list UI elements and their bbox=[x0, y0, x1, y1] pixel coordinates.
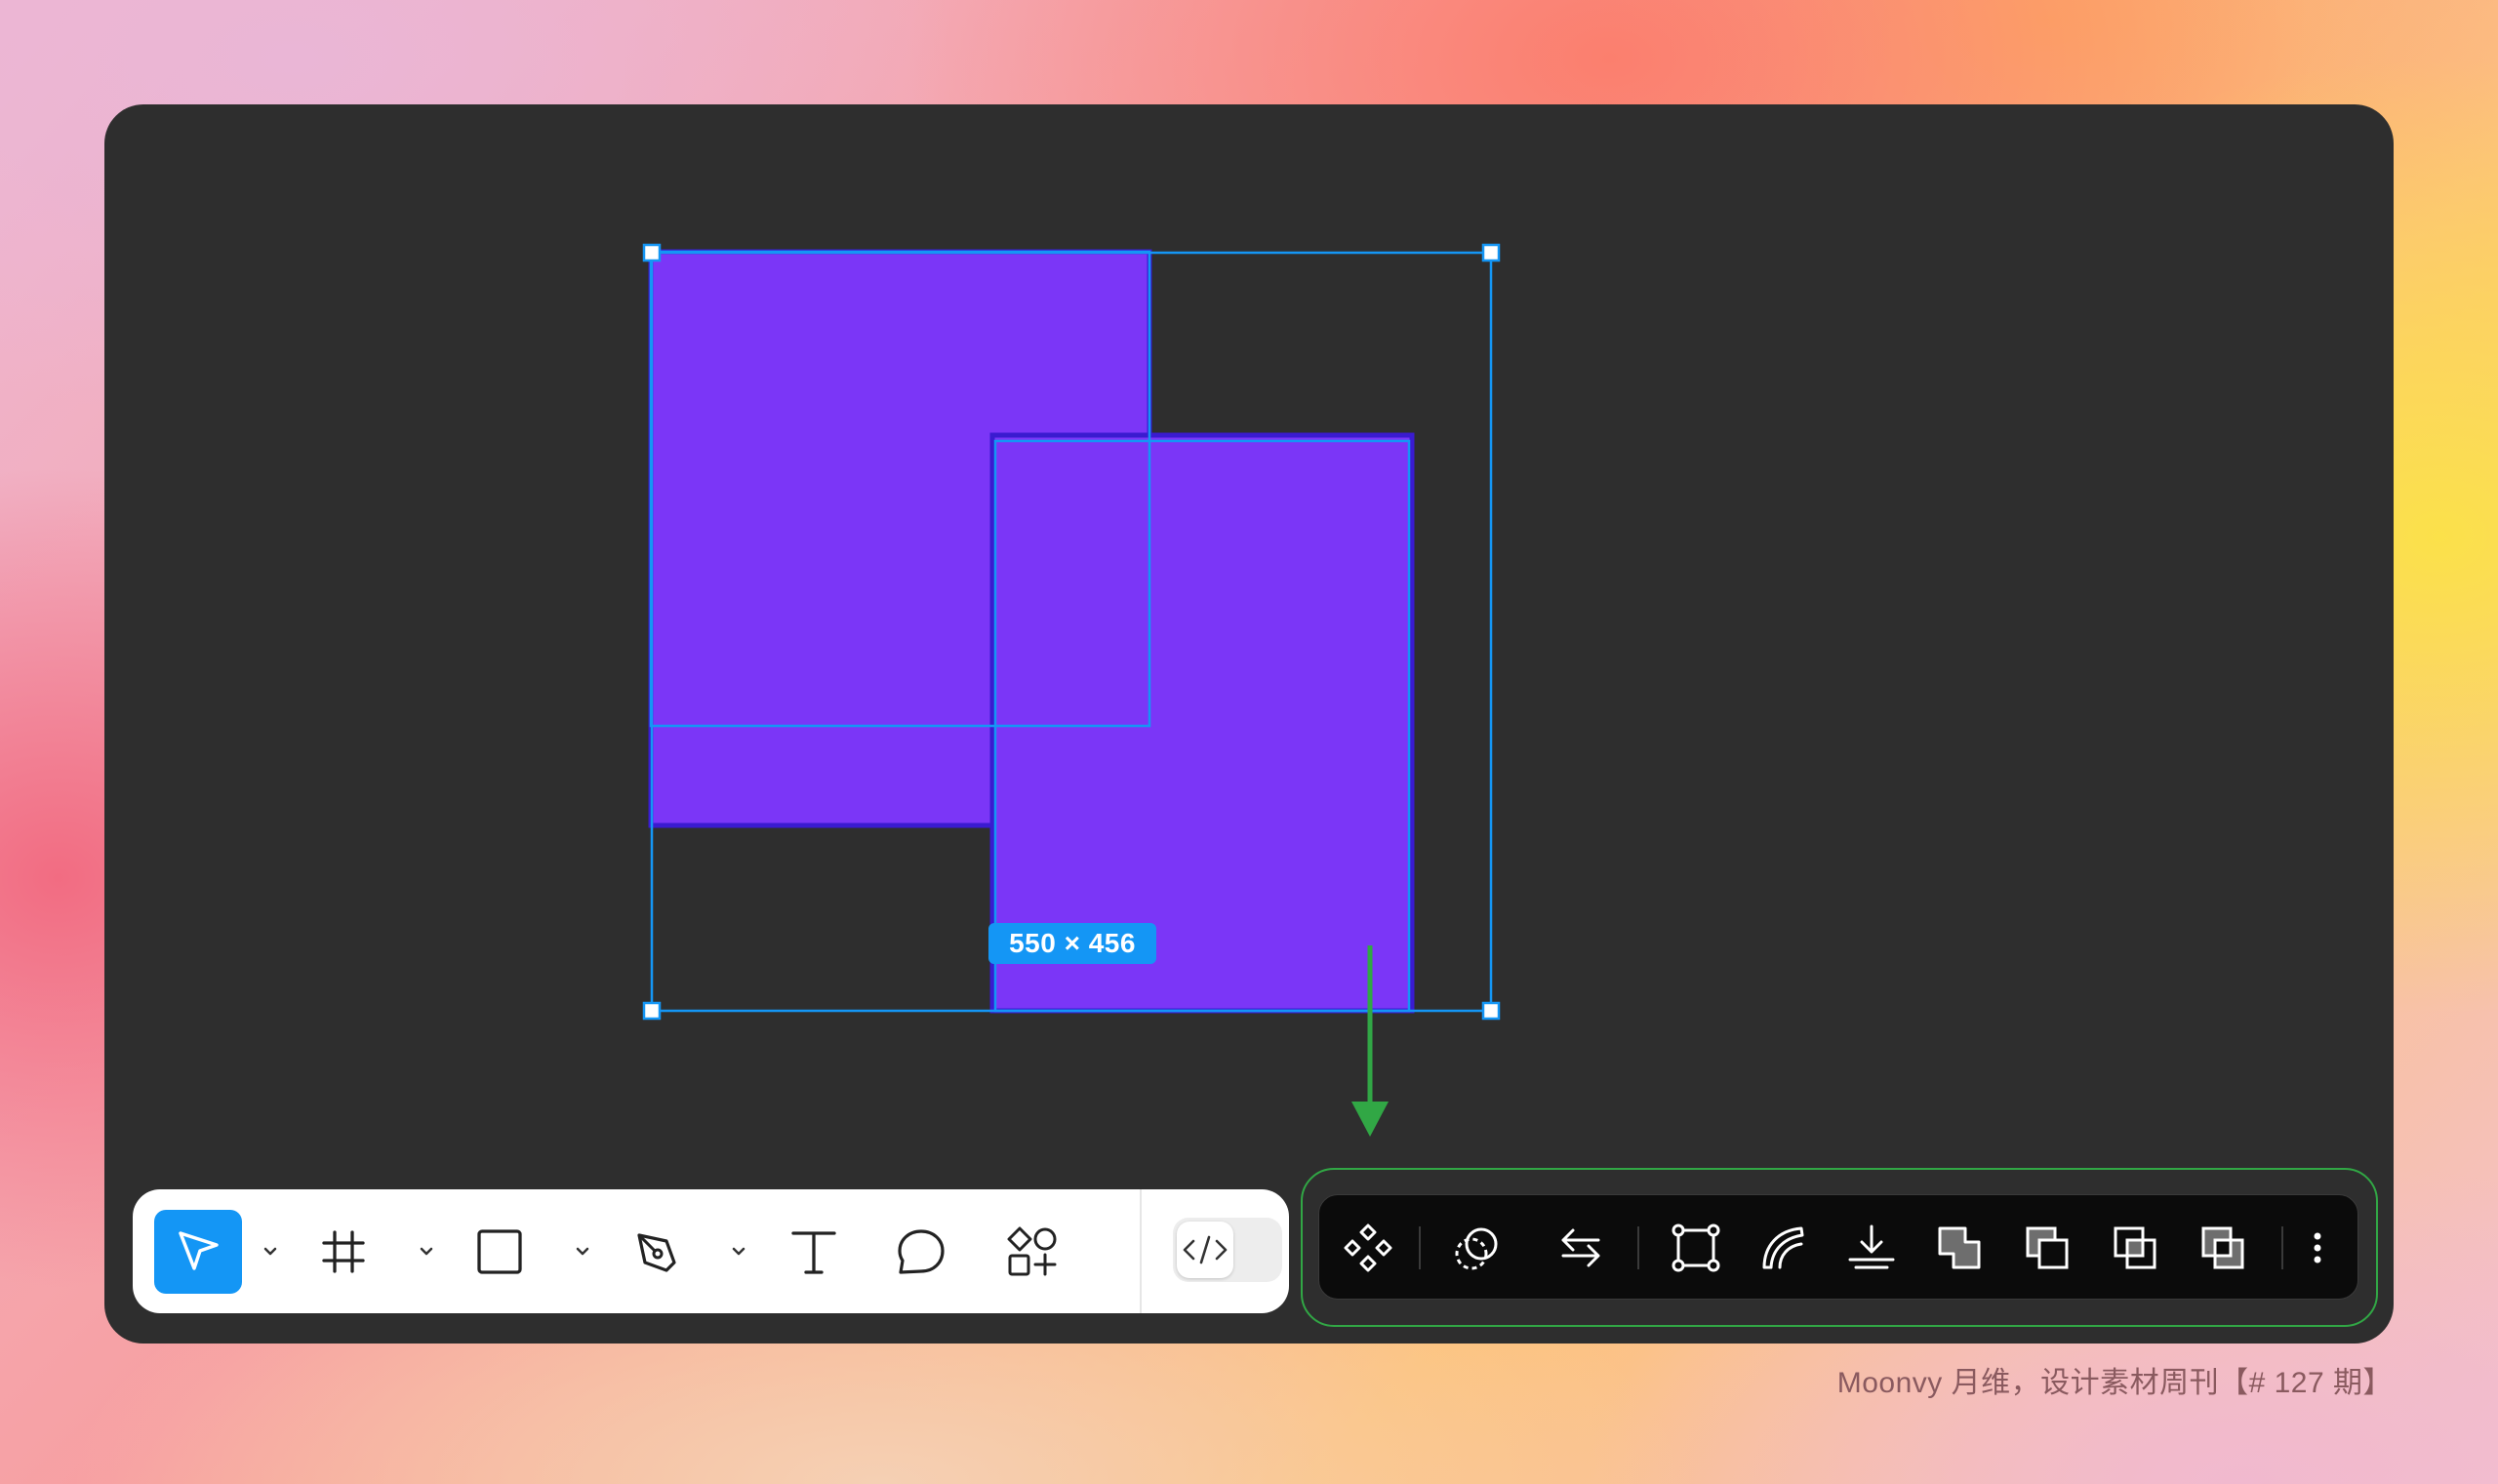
mask-icon bbox=[1455, 1227, 1498, 1270]
app-window: 550 × 456 bbox=[104, 104, 2394, 1344]
pen-nib-icon bbox=[637, 1233, 676, 1272]
comment-tool-button[interactable] bbox=[886, 1217, 956, 1287]
selection-size-badge: 550 × 456 bbox=[988, 923, 1156, 964]
code-brackets-icon bbox=[1183, 1235, 1228, 1264]
boolean-exclude-icon bbox=[2201, 1226, 2244, 1269]
union-button[interactable] bbox=[1932, 1221, 1987, 1275]
comment-bubble-icon bbox=[898, 1229, 945, 1274]
intersect-button[interactable] bbox=[2108, 1221, 2162, 1275]
boolean-intersect-icon bbox=[2114, 1226, 2156, 1269]
rectangle-icon bbox=[477, 1229, 522, 1274]
contextual-toolbar bbox=[1318, 1194, 2358, 1300]
pen-tool-button[interactable] bbox=[623, 1217, 693, 1287]
toolbar-separator bbox=[1419, 1226, 1421, 1269]
resources-tool-button[interactable] bbox=[995, 1215, 1069, 1289]
edit-object-button[interactable] bbox=[1669, 1221, 1723, 1275]
more-vertical-icon bbox=[2314, 1232, 2321, 1263]
swap-arrows-icon bbox=[1561, 1228, 1600, 1267]
pen-tool-chevron-down-icon[interactable] bbox=[726, 1239, 751, 1264]
create-component-button[interactable] bbox=[1341, 1221, 1395, 1275]
resize-handle-top-right[interactable] bbox=[1481, 243, 1501, 262]
vector-edit-icon bbox=[1672, 1223, 1720, 1272]
toolbar-separator bbox=[1637, 1226, 1639, 1269]
outline-stroke-button[interactable] bbox=[1756, 1221, 1811, 1275]
move-tool-chevron-down-icon[interactable] bbox=[258, 1239, 283, 1264]
boolean-subtract-icon bbox=[2026, 1226, 2069, 1269]
design-canvas[interactable] bbox=[104, 104, 2394, 1344]
boolean-union-icon bbox=[1938, 1226, 1981, 1269]
more-options-button[interactable] bbox=[2298, 1221, 2337, 1275]
main-toolbar bbox=[133, 1189, 1289, 1313]
watermark-caption: Moonvy 月维，设计素材周刊【# 127 期】 bbox=[1836, 1367, 2393, 1399]
resize-handle-top-left[interactable] bbox=[642, 243, 662, 262]
frame-tool-button[interactable] bbox=[308, 1217, 379, 1287]
component-icon bbox=[1344, 1223, 1392, 1272]
frame-hash-icon bbox=[322, 1230, 365, 1273]
text-t-icon bbox=[791, 1231, 836, 1274]
subtract-button[interactable] bbox=[2020, 1221, 2075, 1275]
flatten-icon bbox=[1848, 1224, 1895, 1269]
dev-mode-knob bbox=[1177, 1222, 1233, 1278]
toolbar-divider bbox=[1140, 1189, 1142, 1313]
flatten-button[interactable] bbox=[1844, 1221, 1899, 1275]
rectangle-tool-chevron-down-icon[interactable] bbox=[570, 1239, 595, 1264]
dev-mode-toggle[interactable] bbox=[1173, 1218, 1282, 1282]
toolbar-separator bbox=[2281, 1226, 2283, 1269]
rectangle-tool-button[interactable] bbox=[464, 1217, 535, 1287]
shapes-plus-icon bbox=[1007, 1226, 1057, 1276]
pointer-icon bbox=[179, 1231, 219, 1270]
resize-handle-bottom-right[interactable] bbox=[1481, 1001, 1501, 1021]
frame-tool-chevron-down-icon[interactable] bbox=[414, 1239, 439, 1264]
mask-button[interactable] bbox=[1450, 1221, 1505, 1275]
move-tool-button[interactable] bbox=[154, 1210, 242, 1294]
text-tool-button[interactable] bbox=[779, 1217, 849, 1287]
swap-button[interactable] bbox=[1553, 1221, 1608, 1275]
exclude-button[interactable] bbox=[2196, 1221, 2250, 1275]
resize-handle-bottom-left[interactable] bbox=[642, 1001, 662, 1021]
outline-stroke-icon bbox=[1762, 1226, 1804, 1269]
